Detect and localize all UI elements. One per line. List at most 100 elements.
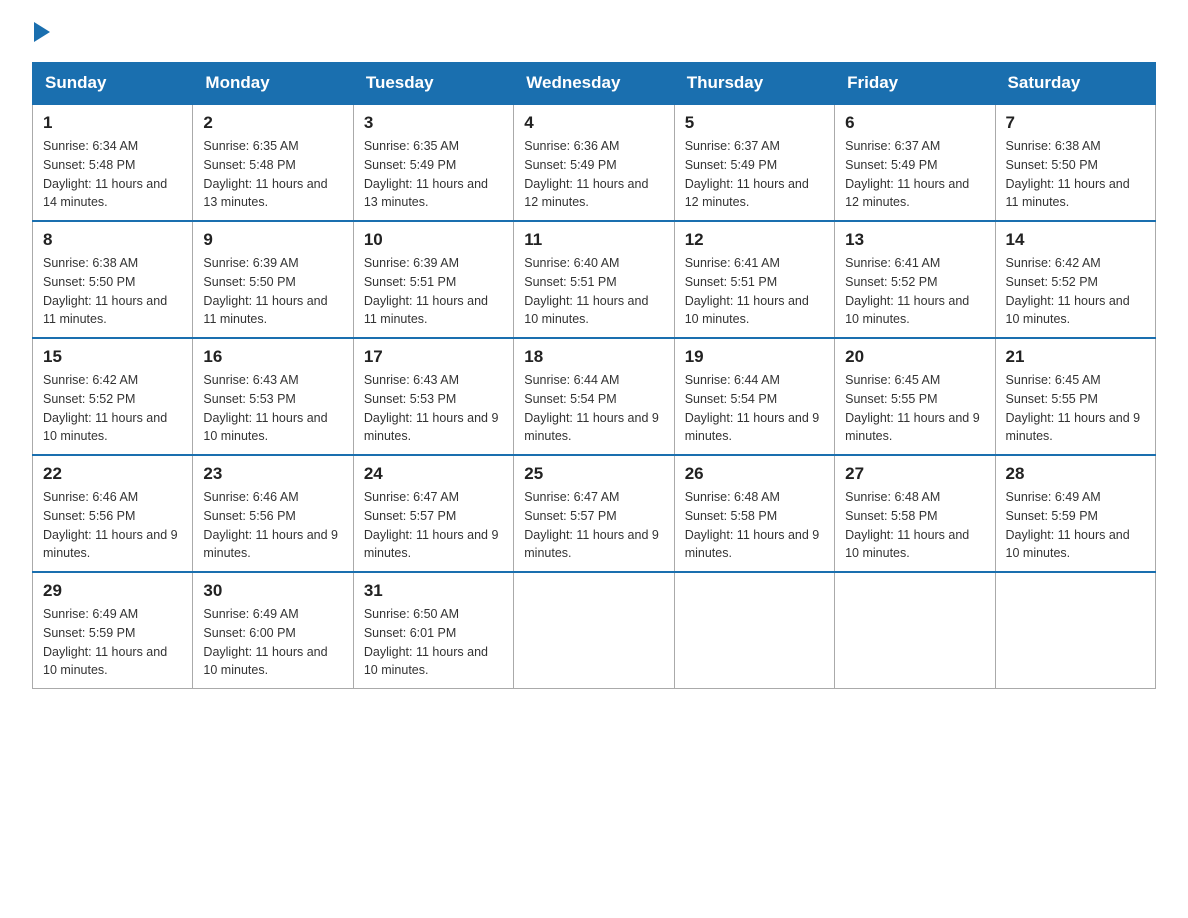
day-number: 28 bbox=[1006, 464, 1145, 484]
calendar-cell: 31 Sunrise: 6:50 AMSunset: 6:01 PMDayligh… bbox=[353, 572, 513, 689]
calendar-header-sunday: Sunday bbox=[33, 63, 193, 105]
day-info: Sunrise: 6:43 AMSunset: 5:53 PMDaylight:… bbox=[203, 371, 342, 446]
day-info: Sunrise: 6:45 AMSunset: 5:55 PMDaylight:… bbox=[1006, 371, 1145, 446]
day-number: 22 bbox=[43, 464, 182, 484]
day-number: 11 bbox=[524, 230, 663, 250]
calendar-cell: 8 Sunrise: 6:38 AMSunset: 5:50 PMDaylight… bbox=[33, 221, 193, 338]
day-info: Sunrise: 6:42 AMSunset: 5:52 PMDaylight:… bbox=[1006, 254, 1145, 329]
calendar-header-saturday: Saturday bbox=[995, 63, 1155, 105]
day-info: Sunrise: 6:36 AMSunset: 5:49 PMDaylight:… bbox=[524, 137, 663, 212]
day-info: Sunrise: 6:35 AMSunset: 5:48 PMDaylight:… bbox=[203, 137, 342, 212]
day-info: Sunrise: 6:38 AMSunset: 5:50 PMDaylight:… bbox=[43, 254, 182, 329]
day-info: Sunrise: 6:39 AMSunset: 5:51 PMDaylight:… bbox=[364, 254, 503, 329]
calendar-cell: 17 Sunrise: 6:43 AMSunset: 5:53 PMDayligh… bbox=[353, 338, 513, 455]
calendar-table: SundayMondayTuesdayWednesdayThursdayFrid… bbox=[32, 62, 1156, 689]
calendar-week-row-4: 22 Sunrise: 6:46 AMSunset: 5:56 PMDayligh… bbox=[33, 455, 1156, 572]
day-info: Sunrise: 6:49 AMSunset: 5:59 PMDaylight:… bbox=[43, 605, 182, 680]
calendar-cell: 28 Sunrise: 6:49 AMSunset: 5:59 PMDayligh… bbox=[995, 455, 1155, 572]
day-info: Sunrise: 6:46 AMSunset: 5:56 PMDaylight:… bbox=[43, 488, 182, 563]
day-number: 18 bbox=[524, 347, 663, 367]
calendar-cell bbox=[835, 572, 995, 689]
day-info: Sunrise: 6:45 AMSunset: 5:55 PMDaylight:… bbox=[845, 371, 984, 446]
calendar-cell: 7Sunrise: 6:38 AMSunset: 5:50 PMDaylight… bbox=[995, 104, 1155, 221]
calendar-cell: 4 Sunrise: 6:36 AMSunset: 5:49 PMDaylight… bbox=[514, 104, 674, 221]
calendar-cell: 6 Sunrise: 6:37 AMSunset: 5:49 PMDaylight… bbox=[835, 104, 995, 221]
day-number: 19 bbox=[685, 347, 824, 367]
calendar-cell: 24 Sunrise: 6:47 AMSunset: 5:57 PMDayligh… bbox=[353, 455, 513, 572]
calendar-cell: 29 Sunrise: 6:49 AMSunset: 5:59 PMDayligh… bbox=[33, 572, 193, 689]
day-number: 21 bbox=[1006, 347, 1145, 367]
day-info: Sunrise: 6:34 AMSunset: 5:48 PMDaylight:… bbox=[43, 137, 182, 212]
calendar-cell: 30Sunrise: 6:49 AMSunset: 6:00 PMDayligh… bbox=[193, 572, 353, 689]
calendar-cell: 18Sunrise: 6:44 AMSunset: 5:54 PMDayligh… bbox=[514, 338, 674, 455]
page-header bbox=[32, 24, 1156, 44]
day-number: 20 bbox=[845, 347, 984, 367]
day-number: 30 bbox=[203, 581, 342, 601]
day-number: 2 bbox=[203, 113, 342, 133]
logo-arrow-icon bbox=[34, 22, 50, 42]
day-number: 7 bbox=[1006, 113, 1145, 133]
calendar-cell: 5Sunrise: 6:37 AMSunset: 5:49 PMDaylight… bbox=[674, 104, 834, 221]
day-number: 1 bbox=[43, 113, 182, 133]
day-number: 10 bbox=[364, 230, 503, 250]
day-info: Sunrise: 6:37 AMSunset: 5:49 PMDaylight:… bbox=[845, 137, 984, 212]
day-number: 27 bbox=[845, 464, 984, 484]
calendar-header-row: SundayMondayTuesdayWednesdayThursdayFrid… bbox=[33, 63, 1156, 105]
calendar-week-row-2: 8 Sunrise: 6:38 AMSunset: 5:50 PMDaylight… bbox=[33, 221, 1156, 338]
day-info: Sunrise: 6:37 AMSunset: 5:49 PMDaylight:… bbox=[685, 137, 824, 212]
calendar-week-row-1: 1 Sunrise: 6:34 AMSunset: 5:48 PMDaylight… bbox=[33, 104, 1156, 221]
day-number: 4 bbox=[524, 113, 663, 133]
day-info: Sunrise: 6:42 AMSunset: 5:52 PMDaylight:… bbox=[43, 371, 182, 446]
day-info: Sunrise: 6:49 AMSunset: 5:59 PMDaylight:… bbox=[1006, 488, 1145, 563]
day-info: Sunrise: 6:46 AMSunset: 5:56 PMDaylight:… bbox=[203, 488, 342, 563]
calendar-cell: 10 Sunrise: 6:39 AMSunset: 5:51 PMDayligh… bbox=[353, 221, 513, 338]
calendar-week-row-5: 29 Sunrise: 6:49 AMSunset: 5:59 PMDayligh… bbox=[33, 572, 1156, 689]
calendar-cell: 22 Sunrise: 6:46 AMSunset: 5:56 PMDayligh… bbox=[33, 455, 193, 572]
day-number: 13 bbox=[845, 230, 984, 250]
day-number: 15 bbox=[43, 347, 182, 367]
day-number: 23 bbox=[203, 464, 342, 484]
calendar-cell bbox=[995, 572, 1155, 689]
day-number: 8 bbox=[43, 230, 182, 250]
calendar-header-friday: Friday bbox=[835, 63, 995, 105]
day-number: 31 bbox=[364, 581, 503, 601]
day-info: Sunrise: 6:50 AMSunset: 6:01 PMDaylight:… bbox=[364, 605, 503, 680]
day-number: 25 bbox=[524, 464, 663, 484]
calendar-header-tuesday: Tuesday bbox=[353, 63, 513, 105]
calendar-cell: 12Sunrise: 6:41 AMSunset: 5:51 PMDayligh… bbox=[674, 221, 834, 338]
day-info: Sunrise: 6:43 AMSunset: 5:53 PMDaylight:… bbox=[364, 371, 503, 446]
calendar-cell bbox=[514, 572, 674, 689]
day-info: Sunrise: 6:39 AMSunset: 5:50 PMDaylight:… bbox=[203, 254, 342, 329]
calendar-cell: 27 Sunrise: 6:48 AMSunset: 5:58 PMDayligh… bbox=[835, 455, 995, 572]
calendar-cell: 20 Sunrise: 6:45 AMSunset: 5:55 PMDayligh… bbox=[835, 338, 995, 455]
day-info: Sunrise: 6:41 AMSunset: 5:51 PMDaylight:… bbox=[685, 254, 824, 329]
day-info: Sunrise: 6:47 AMSunset: 5:57 PMDaylight:… bbox=[364, 488, 503, 563]
calendar-cell: 15 Sunrise: 6:42 AMSunset: 5:52 PMDayligh… bbox=[33, 338, 193, 455]
day-info: Sunrise: 6:44 AMSunset: 5:54 PMDaylight:… bbox=[685, 371, 824, 446]
calendar-cell: 14 Sunrise: 6:42 AMSunset: 5:52 PMDayligh… bbox=[995, 221, 1155, 338]
calendar-cell: 13 Sunrise: 6:41 AMSunset: 5:52 PMDayligh… bbox=[835, 221, 995, 338]
day-number: 17 bbox=[364, 347, 503, 367]
logo bbox=[32, 24, 50, 44]
day-info: Sunrise: 6:41 AMSunset: 5:52 PMDaylight:… bbox=[845, 254, 984, 329]
calendar-cell: 23 Sunrise: 6:46 AMSunset: 5:56 PMDayligh… bbox=[193, 455, 353, 572]
day-number: 26 bbox=[685, 464, 824, 484]
calendar-cell: 19 Sunrise: 6:44 AMSunset: 5:54 PMDayligh… bbox=[674, 338, 834, 455]
day-number: 14 bbox=[1006, 230, 1145, 250]
day-number: 6 bbox=[845, 113, 984, 133]
calendar-header-thursday: Thursday bbox=[674, 63, 834, 105]
calendar-cell: 1 Sunrise: 6:34 AMSunset: 5:48 PMDaylight… bbox=[33, 104, 193, 221]
day-info: Sunrise: 6:35 AMSunset: 5:49 PMDaylight:… bbox=[364, 137, 503, 212]
day-info: Sunrise: 6:48 AMSunset: 5:58 PMDaylight:… bbox=[845, 488, 984, 563]
calendar-cell: 21 Sunrise: 6:45 AMSunset: 5:55 PMDayligh… bbox=[995, 338, 1155, 455]
calendar-cell: 2 Sunrise: 6:35 AMSunset: 5:48 PMDaylight… bbox=[193, 104, 353, 221]
calendar-cell: 3 Sunrise: 6:35 AMSunset: 5:49 PMDaylight… bbox=[353, 104, 513, 221]
day-info: Sunrise: 6:48 AMSunset: 5:58 PMDaylight:… bbox=[685, 488, 824, 563]
calendar-cell bbox=[674, 572, 834, 689]
day-info: Sunrise: 6:47 AMSunset: 5:57 PMDaylight:… bbox=[524, 488, 663, 563]
day-number: 3 bbox=[364, 113, 503, 133]
day-number: 16 bbox=[203, 347, 342, 367]
calendar-cell: 9Sunrise: 6:39 AMSunset: 5:50 PMDaylight… bbox=[193, 221, 353, 338]
day-number: 24 bbox=[364, 464, 503, 484]
day-number: 29 bbox=[43, 581, 182, 601]
